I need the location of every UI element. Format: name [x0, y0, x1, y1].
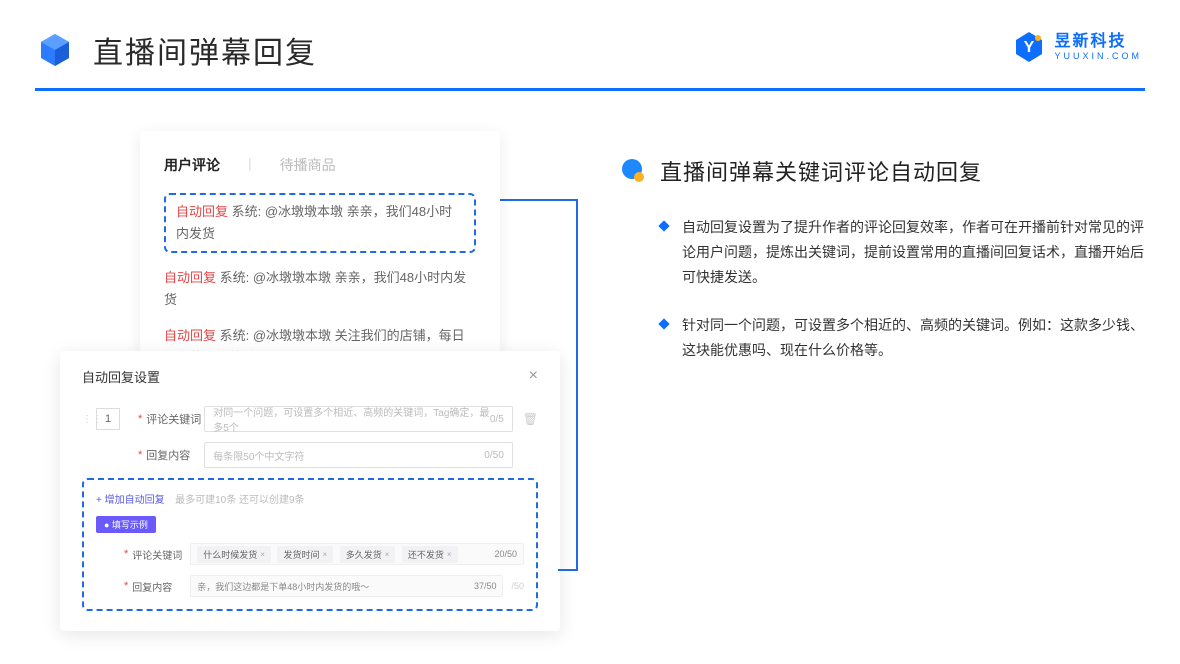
- placeholder-text: 每条限50个中文字符: [213, 448, 304, 463]
- tabs: 用户评论 | 待播商品: [164, 155, 476, 175]
- counter-outer: /50: [511, 581, 524, 591]
- example-keyword-label: 评论关键词: [132, 547, 190, 562]
- tag-chip[interactable]: 什么时候发货×: [197, 546, 271, 563]
- required-asterisk: *: [138, 449, 142, 461]
- modal-title: 自动回复设置: [82, 367, 160, 386]
- brand-logo: Y 昱新科技 YUUXIN.COM: [1012, 30, 1142, 64]
- counter: 20/50: [494, 549, 517, 559]
- rule-number: 1: [96, 408, 120, 430]
- reply-label: 回复内容: [146, 447, 204, 463]
- add-auto-reply-link[interactable]: + 增加自动回复: [96, 495, 165, 506]
- example-reply-input[interactable]: 亲，我们这边都是下单48小时内发货的哦～ 37/50: [190, 575, 503, 597]
- keyword-label: 评论关键词: [146, 411, 204, 427]
- comment-row: 自动回复 系统: @冰墩墩本墩 亲亲，我们48小时内发货: [164, 267, 476, 311]
- auto-reply-tag: 自动回复: [164, 328, 216, 343]
- page-title: 直播间弹幕回复: [93, 28, 317, 72]
- reply-input[interactable]: 每条限50个中文字符 0/50: [204, 442, 512, 468]
- add-description: 最多可建10条 还可以创建9条: [175, 495, 304, 506]
- counter: 0/50: [484, 450, 503, 461]
- highlighted-comment: 自动回复 系统: @冰墩墩本墩 亲亲，我们48小时内发货: [164, 193, 476, 253]
- diamond-icon: [658, 318, 669, 329]
- cube-icon: [35, 30, 75, 70]
- delete-icon[interactable]: 🗑: [523, 412, 538, 426]
- example-keyword-input[interactable]: 什么时候发货× 发货时间× 多久发货× 还不发货× 20/50: [190, 543, 524, 565]
- tag-chip[interactable]: 发货时间×: [277, 546, 333, 563]
- bullet-point: 自动回复设置为了提升作者的评论回复效率，作者可在开播前针对常见的评论用户问题，提…: [620, 215, 1145, 291]
- section-title: 直播间弹幕关键词评论自动回复: [660, 155, 982, 187]
- keyword-input[interactable]: 对同一个问题，可设置多个相近、高频的关键词，Tag确定，最多5个 0/5: [204, 406, 512, 432]
- counter: 0/5: [490, 414, 504, 425]
- section-bullet-icon: [620, 158, 646, 184]
- tab-separator: |: [248, 155, 252, 175]
- example-reply-label: 回复内容: [132, 579, 190, 594]
- connector-line-2: [558, 569, 578, 571]
- svg-text:Y: Y: [1024, 39, 1035, 56]
- example-reply-value: 亲，我们这边都是下单48小时内发货的哦～: [197, 580, 369, 593]
- required-asterisk: *: [138, 413, 142, 425]
- point-text: 自动回复设置为了提升作者的评论回复效率，作者可在开播前针对常见的评论用户问题，提…: [682, 215, 1145, 291]
- logo-cn: 昱新科技: [1054, 34, 1142, 50]
- bullet-point: 针对同一个问题，可设置多个相近的、高频的关键词。例如：这款多少钱、这块能优惠吗、…: [620, 313, 1145, 363]
- tab-pending-products[interactable]: 待播商品: [280, 155, 336, 175]
- logo-icon: Y: [1012, 30, 1046, 64]
- tab-user-comments[interactable]: 用户评论: [164, 155, 220, 175]
- tag-chip[interactable]: 还不发货×: [402, 546, 458, 563]
- example-box: + 增加自动回复 最多可建10条 还可以创建9条 ● 填写示例 * 评论关键词 …: [82, 478, 538, 611]
- close-icon[interactable]: ×: [529, 367, 538, 386]
- required-asterisk: *: [124, 548, 128, 560]
- required-asterisk: *: [124, 580, 128, 592]
- point-text: 针对同一个问题，可设置多个相近的、高频的关键词。例如：这款多少钱、这块能优惠吗、…: [682, 313, 1145, 363]
- drag-handle-icon[interactable]: ⋮⋮: [82, 414, 90, 425]
- auto-reply-settings-modal: 自动回复设置 × ⋮⋮ 1 * 评论关键词 对同一个问题，可设置多个相近、高频的…: [60, 351, 560, 631]
- placeholder-text: 对同一个问题，可设置多个相近、高频的关键词，Tag确定，最多5个: [213, 404, 490, 434]
- auto-reply-tag: 自动回复: [164, 270, 216, 285]
- logo-en: YUUXIN.COM: [1054, 52, 1142, 61]
- tag-chip[interactable]: 多久发货×: [340, 546, 396, 563]
- auto-reply-tag: 自动回复: [176, 204, 228, 219]
- counter: 37/50: [474, 581, 497, 591]
- diamond-icon: [658, 220, 669, 231]
- example-badge: ● 填写示例: [96, 516, 156, 533]
- comment-row: 自动回复 系统: @冰墩墩本墩 亲亲，我们48小时内发货: [176, 201, 464, 245]
